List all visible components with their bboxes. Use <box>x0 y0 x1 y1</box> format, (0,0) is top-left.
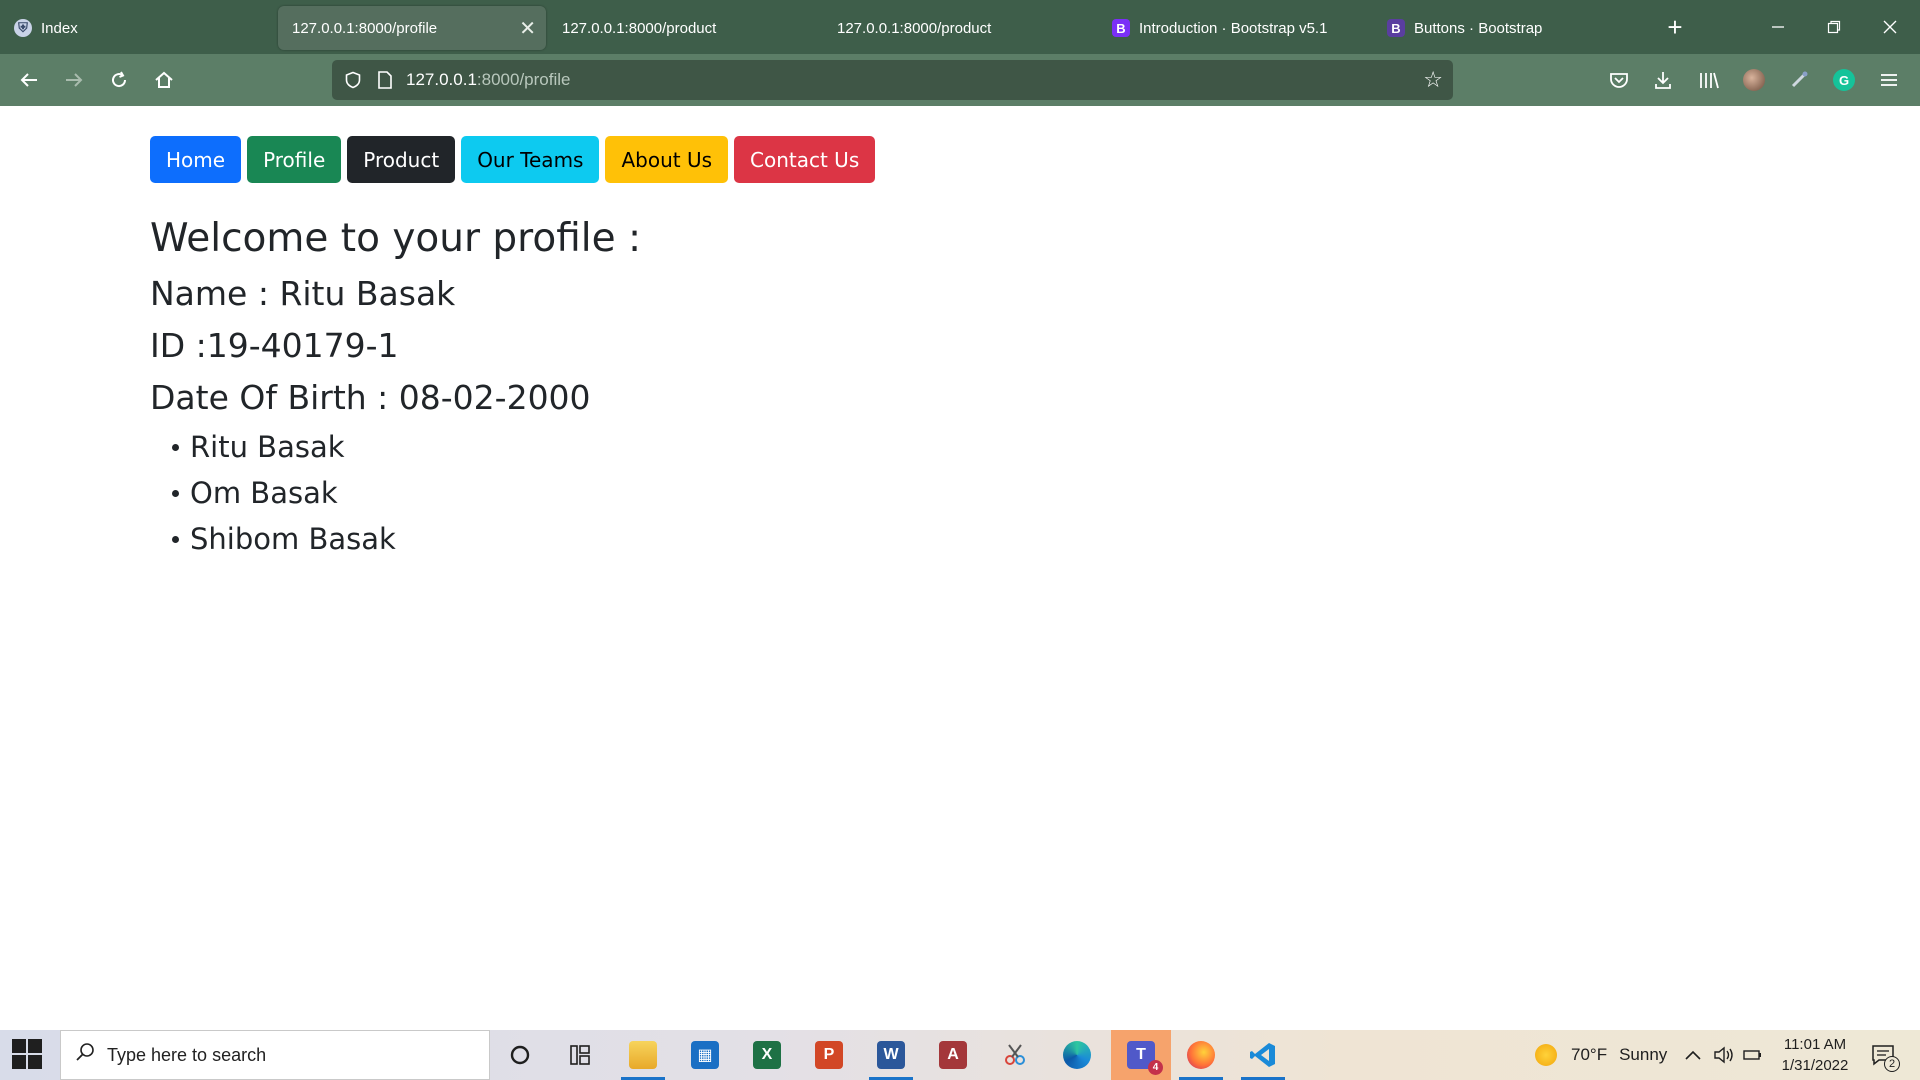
bootstrap-favicon-icon: B <box>1387 19 1405 37</box>
bullet-icon <box>172 489 179 497</box>
sunny-weather-icon <box>1535 1044 1557 1066</box>
word-icon[interactable]: W <box>865 1035 917 1080</box>
tab-bootstrap-buttons[interactable]: B Buttons · Bootstrap <box>1373 6 1648 50</box>
bullet-icon <box>172 443 179 451</box>
list-item: Ritu Basak <box>172 424 641 470</box>
tab-profile[interactable]: 127.0.0.1:8000/profile ✕ <box>278 6 546 50</box>
profile-section: Welcome to your profile : Name : Ritu Ba… <box>150 210 641 562</box>
tracking-shield-icon[interactable] <box>342 69 364 91</box>
notification-center-icon[interactable]: 2 <box>1868 1040 1900 1072</box>
profile-name: Name : Ritu Basak <box>150 274 456 313</box>
contact-us-button[interactable]: Contact Us <box>734 136 876 183</box>
weather-widget[interactable]: 70°F Sunny <box>1535 1030 1667 1080</box>
taskbar-search-box[interactable]: Type here to search <box>60 1030 490 1080</box>
list-item-label: Om Basak <box>190 476 338 510</box>
close-window-icon[interactable] <box>1862 6 1918 48</box>
browser-toolbar: 127.0.0.1:8000/profile ☆ G <box>0 54 1920 106</box>
forward-arrow-icon[interactable] <box>56 62 92 98</box>
url-path: :8000/profile <box>476 70 571 89</box>
list-item-label: Ritu Basak <box>190 430 345 464</box>
show-hidden-icons-chevron-icon[interactable] <box>1684 1030 1702 1080</box>
weather-temp: 70°F <box>1571 1045 1608 1064</box>
profile-id: ID :19-40179-1 <box>150 326 399 365</box>
home-icon[interactable] <box>146 62 182 98</box>
menu-icon[interactable] <box>1871 62 1907 98</box>
member-list: Ritu Basak Om Basak Shibom Basak <box>150 424 641 562</box>
firefox-icon[interactable] <box>1175 1035 1227 1080</box>
about-us-button[interactable]: About Us <box>605 136 729 183</box>
clock-time: 11:01 AM <box>1783 1036 1847 1053</box>
page-title: Welcome to your profile : <box>150 216 642 261</box>
notification-count: 2 <box>1884 1056 1900 1072</box>
tab-label: Buttons · Bootstrap <box>1414 19 1543 37</box>
search-icon <box>75 1042 95 1068</box>
tab-product[interactable]: 127.0.0.1:8000/product <box>548 6 823 50</box>
weather-text: Sunny <box>1619 1045 1668 1064</box>
task-view-icon[interactable] <box>555 1035 607 1075</box>
file-explorer-icon[interactable] <box>617 1035 669 1080</box>
downloads-icon[interactable] <box>1645 62 1681 98</box>
bullet-icon <box>172 535 179 543</box>
pocket-icon[interactable] <box>1601 62 1637 98</box>
list-item: Shibom Basak <box>172 516 641 562</box>
clock-date: 1/31/2022 <box>1781 1057 1849 1074</box>
close-tab-icon[interactable]: ✕ <box>519 16 536 41</box>
nav-button-group: Home Profile Product Our Teams About Us … <box>150 136 876 183</box>
color-picker-extension-icon[interactable] <box>1781 62 1817 98</box>
bootstrap-favicon-icon: B <box>1112 19 1130 37</box>
teams-icon[interactable]: T4 <box>1111 1030 1171 1080</box>
edge-icon[interactable] <box>1051 1035 1103 1075</box>
restore-icon[interactable] <box>1806 6 1862 48</box>
shield-favicon-icon: ⛨ <box>14 19 32 37</box>
volume-icon[interactable] <box>1713 1030 1735 1080</box>
tab-label: Index <box>41 19 78 37</box>
tab-label: 127.0.0.1:8000/product <box>837 19 992 37</box>
vscode-icon[interactable] <box>1237 1035 1289 1080</box>
minimize-icon[interactable] <box>1750 6 1806 48</box>
url-host: 127.0.0.1 <box>406 70 477 89</box>
account-avatar-icon[interactable] <box>1736 62 1772 98</box>
search-placeholder: Type here to search <box>107 1044 267 1065</box>
new-tab-button[interactable]: + <box>1658 6 1692 48</box>
browser-tab-bar: ⛨ Index 127.0.0.1:8000/profile ✕ 127.0.0… <box>0 0 1920 54</box>
list-item-label: Shibom Basak <box>190 522 396 556</box>
excel-icon[interactable]: X <box>741 1035 793 1075</box>
library-icon[interactable] <box>1691 62 1727 98</box>
windows-taskbar: Type here to search ▦ X P W A T4 70°F Su… <box>0 1030 1920 1080</box>
tab-label: 127.0.0.1:8000/product <box>562 19 717 37</box>
powerpoint-icon[interactable]: P <box>803 1035 855 1075</box>
home-button[interactable]: Home <box>150 136 242 183</box>
snipping-tool-icon[interactable] <box>989 1035 1041 1075</box>
product-button[interactable]: Product <box>347 136 456 183</box>
cortana-icon[interactable] <box>494 1035 546 1075</box>
tab-product-2[interactable]: 127.0.0.1:8000/product <box>823 6 1098 50</box>
tab-label: Introduction · Bootstrap v5.1 <box>1139 19 1328 37</box>
access-icon[interactable]: A <box>927 1035 979 1075</box>
tab-index[interactable]: ⛨ Index <box>0 6 275 50</box>
tab-bootstrap-introduction[interactable]: B Introduction · Bootstrap v5.1 <box>1098 6 1373 50</box>
profile-button[interactable]: Profile <box>247 136 342 183</box>
bookmark-star-icon[interactable]: ☆ <box>1423 67 1443 93</box>
our-teams-button[interactable]: Our Teams <box>461 136 600 183</box>
page-info-icon[interactable] <box>374 69 396 91</box>
back-arrow-icon[interactable] <box>11 62 47 98</box>
store-icon[interactable]: ▦ <box>679 1035 731 1075</box>
grammarly-icon[interactable]: G <box>1826 62 1862 98</box>
tab-label: 127.0.0.1:8000/profile <box>292 19 438 37</box>
teams-badge: 4 <box>1148 1060 1163 1075</box>
profile-dob: Date Of Birth : 08-02-2000 <box>150 378 591 417</box>
windows-start-icon[interactable] <box>12 1039 44 1071</box>
address-bar[interactable]: 127.0.0.1:8000/profile ☆ <box>332 60 1453 100</box>
url-text: 127.0.0.1:8000/profile <box>406 70 570 90</box>
taskbar-clock[interactable]: 11:01 AM 1/31/2022 <box>1760 1034 1870 1076</box>
list-item: Om Basak <box>172 470 641 516</box>
reload-icon[interactable] <box>101 62 137 98</box>
